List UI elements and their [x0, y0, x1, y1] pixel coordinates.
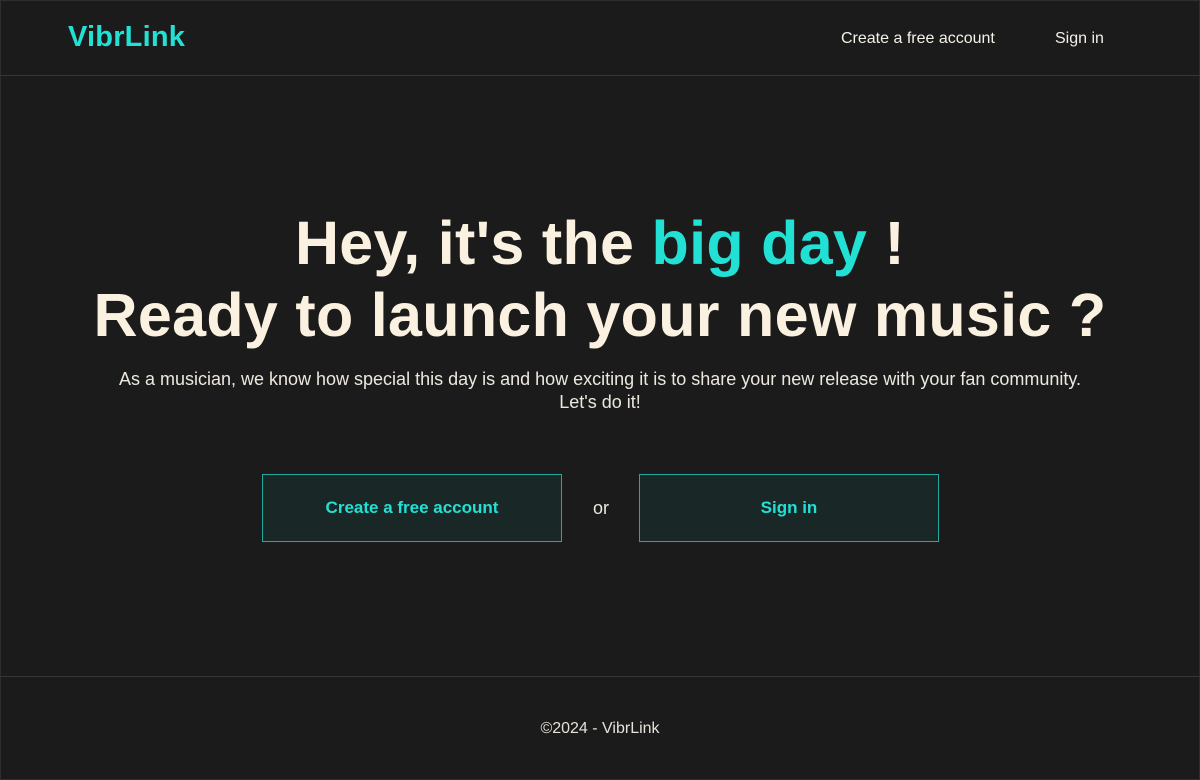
subtitle-line-1: As a musician, we know how special this …	[118, 369, 1082, 389]
nav-create-account-link[interactable]: Create a free account	[841, 30, 995, 48]
headline-highlight: big day	[651, 209, 868, 277]
or-separator: or	[592, 498, 609, 518]
hero-headline: Hey, it's the big day ! Ready to launch …	[1, 207, 1199, 351]
sign-in-button[interactable]: Sign in	[639, 474, 939, 542]
cta-row: Create a free account or Sign in	[1, 474, 1199, 542]
footer-copyright: ©2024 - VibrLink	[540, 720, 660, 737]
nav-sign-in-link[interactable]: Sign in	[1055, 30, 1104, 48]
top-navbar: VibrLink Create a free account Sign in	[1, 1, 1199, 76]
headline-suffix: !	[867, 209, 906, 277]
create-account-button[interactable]: Create a free account	[262, 474, 562, 542]
hero-subtitle: As a musician, we know how special this …	[1, 368, 1199, 414]
headline-line-1: Hey, it's the big day !	[1, 207, 1199, 279]
hero-section: Hey, it's the big day ! Ready to launch …	[1, 207, 1199, 414]
vibrlink-logo[interactable]: VibrLink	[68, 21, 185, 54]
subtitle-line-2: Let's do it!	[559, 392, 641, 412]
headline-line-2: Ready to launch your new music ?	[93, 281, 1107, 349]
footer: ©2024 - VibrLink	[1, 676, 1199, 779]
headline-prefix: Hey, it's the	[294, 209, 652, 277]
landing-page: VibrLink Create a free account Sign in H…	[0, 0, 1200, 780]
